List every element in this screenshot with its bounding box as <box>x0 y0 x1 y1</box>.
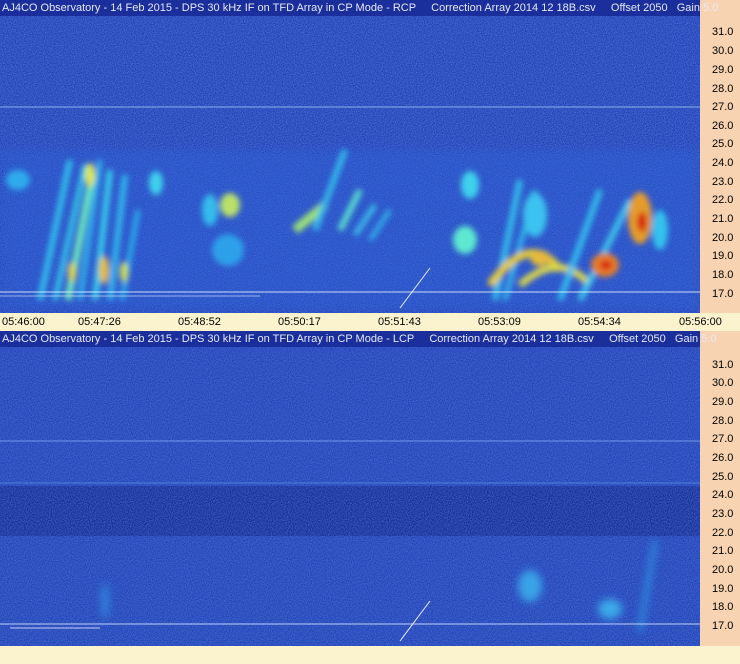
rcp-freq-label: 21.0 <box>712 213 734 225</box>
rcp-freq-label: 20.0 <box>712 232 734 244</box>
lcp-time-axis <box>0 646 740 663</box>
lcp-freq-label: 24.0 <box>712 489 734 501</box>
lcp-title: AJ4CO Observatory - 14 Feb 2015 - DPS 30… <box>0 331 717 347</box>
lcp-panel: AJ4CO Observatory - 14 Feb 2015 - DPS 30… <box>0 331 740 664</box>
time-label: 05:54:34 <box>578 316 621 328</box>
rcp-freq-label: 25.0 <box>712 138 734 150</box>
rcp-freq-label: 31.0 <box>712 26 734 38</box>
rcp-freq-label: 18.0 <box>712 269 734 281</box>
lcp-freq-label: 28.0 <box>712 415 734 427</box>
time-label: 05:50:17 <box>278 316 321 328</box>
lcp-freq-label: 22.0 <box>712 527 734 539</box>
rcp-panel: AJ4CO Observatory - 14 Feb 2015 - DPS 30… <box>0 0 740 330</box>
rcp-freq-label: 19.0 <box>712 250 734 262</box>
lcp-freq-label: 18.0 <box>712 601 734 613</box>
lcp-spectrogram <box>0 331 700 646</box>
time-label: 05:53:09 <box>478 316 521 328</box>
lcp-freq-label: 23.0 <box>712 508 734 520</box>
lcp-freq-label: 29.0 <box>712 396 734 408</box>
lcp-freq-label: 21.0 <box>712 545 734 557</box>
rcp-freq-label: 29.0 <box>712 64 734 76</box>
lcp-freq-label: 26.0 <box>712 452 734 464</box>
lcp-freq-label: 27.0 <box>712 433 734 445</box>
time-label: 05:51:43 <box>378 316 421 328</box>
rcp-time-axis: 05:46:00 05:47:26 05:48:52 05:50:17 05:5… <box>0 313 740 330</box>
rcp-spectrogram <box>0 0 700 313</box>
rcp-title: AJ4CO Observatory - 14 Feb 2015 - DPS 30… <box>0 0 719 16</box>
rcp-freq-label: 17.0 <box>712 288 734 300</box>
rcp-freq-label: 23.0 <box>712 176 734 188</box>
lcp-freq-label: 30.0 <box>712 377 734 389</box>
lcp-freq-label: 19.0 <box>712 583 734 595</box>
time-label: 05:46:00 <box>2 316 45 328</box>
lcp-freq-label: 17.0 <box>712 620 734 632</box>
rcp-freq-label: 27.0 <box>712 101 734 113</box>
time-label: 05:47:26 <box>78 316 121 328</box>
rcp-freq-label: 28.0 <box>712 83 734 95</box>
rcp-freq-label: 22.0 <box>712 194 734 206</box>
rcp-freq-label: 26.0 <box>712 120 734 132</box>
lcp-freq-label: 31.0 <box>712 359 734 371</box>
lcp-freq-label: 25.0 <box>712 471 734 483</box>
rcp-freq-label: 30.0 <box>712 45 734 57</box>
lcp-freq-label: 20.0 <box>712 564 734 576</box>
time-label: 05:56:00 <box>679 316 722 328</box>
rcp-freq-label: 24.0 <box>712 157 734 169</box>
time-label: 05:48:52 <box>178 316 221 328</box>
